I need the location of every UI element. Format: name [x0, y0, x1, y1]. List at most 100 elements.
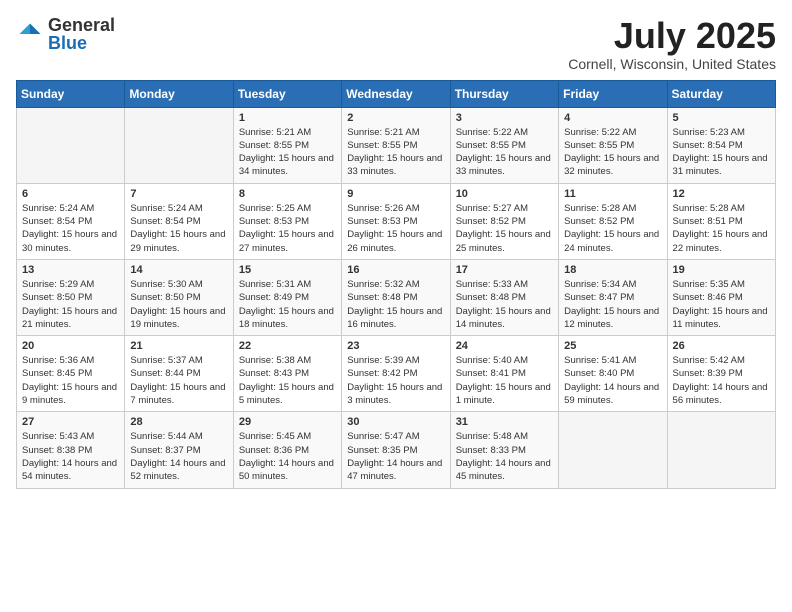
calendar-cell: 19Sunrise: 5:35 AMSunset: 8:46 PMDayligh…	[667, 259, 775, 335]
day-info: Sunrise: 5:28 AMSunset: 8:52 PMDaylight:…	[564, 202, 661, 255]
calendar-week-2: 6 Sunrise: 5:24 AMSunset: 8:54 PMDaylight…	[17, 183, 776, 259]
calendar-cell: 4 Sunrise: 5:22 AMSunset: 8:55 PMDaylight…	[559, 107, 667, 183]
day-info: Sunrise: 5:41 AMSunset: 8:40 PMDaylight:…	[564, 354, 661, 407]
calendar-week-1: 1Sunrise: 5:21 AMSunset: 8:55 PMDaylight…	[17, 107, 776, 183]
day-number: 31	[456, 416, 553, 428]
logo-icon	[16, 20, 44, 48]
calendar-cell: 24 Sunrise: 5:40 AMSunset: 8:41 PMDayligh…	[450, 336, 558, 412]
day-number: 26	[673, 340, 770, 352]
calendar-cell: 16 Sunrise: 5:32 AMSunset: 8:48 PMDayligh…	[342, 259, 450, 335]
day-info: Sunrise: 5:42 AMSunset: 8:39 PMDaylight:…	[673, 354, 770, 407]
day-number: 15	[239, 264, 336, 276]
day-info: Sunrise: 5:36 AMSunset: 8:45 PMDaylight:…	[22, 354, 119, 407]
day-info: Sunrise: 5:29 AMSunset: 8:50 PMDaylight:…	[22, 278, 119, 331]
day-info: Sunrise: 5:21 AMSunset: 8:55 PMDaylight:…	[239, 126, 336, 179]
calendar-week-5: 27 Sunrise: 5:43 AMSunset: 8:38 PMDayligh…	[17, 412, 776, 488]
weekday-header-sunday: Sunday	[17, 80, 125, 107]
weekday-header-row: SundayMondayTuesdayWednesdayThursdayFrid…	[17, 80, 776, 107]
day-info: Sunrise: 5:32 AMSunset: 8:48 PMDaylight:…	[347, 278, 444, 331]
calendar-cell: 21 Sunrise: 5:37 AMSunset: 8:44 PMDayligh…	[125, 336, 233, 412]
calendar-cell	[559, 412, 667, 488]
day-number: 24	[456, 340, 553, 352]
day-info: Sunrise: 5:44 AMSunset: 8:37 PMDaylight:…	[130, 430, 227, 483]
day-info: Sunrise: 5:33 AMSunset: 8:48 PMDaylight:…	[456, 278, 553, 331]
day-number: 11	[564, 188, 661, 200]
calendar-cell: 26 Sunrise: 5:42 AMSunset: 8:39 PMDayligh…	[667, 336, 775, 412]
day-number: 2	[347, 112, 444, 124]
calendar-cell: 20Sunrise: 5:36 AMSunset: 8:45 PMDayligh…	[17, 336, 125, 412]
day-number: 27	[22, 416, 119, 428]
day-number: 21	[130, 340, 227, 352]
calendar-week-3: 13 Sunrise: 5:29 AMSunset: 8:50 PMDayligh…	[17, 259, 776, 335]
day-number: 19	[673, 264, 770, 276]
calendar-cell: 22 Sunrise: 5:38 AMSunset: 8:43 PMDayligh…	[233, 336, 341, 412]
weekday-header-thursday: Thursday	[450, 80, 558, 107]
calendar-cell: 18 Sunrise: 5:34 AMSunset: 8:47 PMDayligh…	[559, 259, 667, 335]
day-number: 14	[130, 264, 227, 276]
logo-blue: Blue	[48, 34, 115, 52]
day-info: Sunrise: 5:28 AMSunset: 8:51 PMDaylight:…	[673, 202, 770, 255]
logo-general: General	[48, 16, 115, 34]
weekday-header-saturday: Saturday	[667, 80, 775, 107]
calendar-cell: 23Sunrise: 5:39 AMSunset: 8:42 PMDayligh…	[342, 336, 450, 412]
day-info: Sunrise: 5:34 AMSunset: 8:47 PMDaylight:…	[564, 278, 661, 331]
day-info: Sunrise: 5:45 AMSunset: 8:36 PMDaylight:…	[239, 430, 336, 483]
day-info: Sunrise: 5:24 AMSunset: 8:54 PMDaylight:…	[130, 202, 227, 255]
day-info: Sunrise: 5:24 AMSunset: 8:54 PMDaylight:…	[22, 202, 119, 255]
calendar-week-4: 20Sunrise: 5:36 AMSunset: 8:45 PMDayligh…	[17, 336, 776, 412]
calendar-cell: 10Sunrise: 5:27 AMSunset: 8:52 PMDayligh…	[450, 183, 558, 259]
calendar-cell: 11 Sunrise: 5:28 AMSunset: 8:52 PMDayligh…	[559, 183, 667, 259]
day-number: 29	[239, 416, 336, 428]
day-info: Sunrise: 5:47 AMSunset: 8:35 PMDaylight:…	[347, 430, 444, 483]
logo: General Blue	[16, 16, 115, 52]
day-number: 16	[347, 264, 444, 276]
calendar-cell	[667, 412, 775, 488]
day-number: 3	[456, 112, 553, 124]
calendar-cell: 15 Sunrise: 5:31 AMSunset: 8:49 PMDayligh…	[233, 259, 341, 335]
day-number: 7	[130, 188, 227, 200]
calendar-cell	[125, 107, 233, 183]
day-info: Sunrise: 5:39 AMSunset: 8:42 PMDaylight:…	[347, 354, 444, 407]
calendar-cell: 14 Sunrise: 5:30 AMSunset: 8:50 PMDayligh…	[125, 259, 233, 335]
day-number: 30	[347, 416, 444, 428]
day-number: 6	[22, 188, 119, 200]
day-number: 5	[673, 112, 770, 124]
calendar-cell: 1Sunrise: 5:21 AMSunset: 8:55 PMDaylight…	[233, 107, 341, 183]
day-number: 18	[564, 264, 661, 276]
day-info: Sunrise: 5:40 AMSunset: 8:41 PMDaylight:…	[456, 354, 553, 407]
calendar-cell: 25Sunrise: 5:41 AMSunset: 8:40 PMDayligh…	[559, 336, 667, 412]
title-block: July 2025 Cornell, Wisconsin, United Sta…	[568, 16, 776, 72]
calendar-cell: 2Sunrise: 5:21 AMSunset: 8:55 PMDaylight…	[342, 107, 450, 183]
day-number: 22	[239, 340, 336, 352]
calendar-cell: 31Sunrise: 5:48 AMSunset: 8:33 PMDayligh…	[450, 412, 558, 488]
day-info: Sunrise: 5:26 AMSunset: 8:53 PMDaylight:…	[347, 202, 444, 255]
logo-text: General Blue	[48, 16, 115, 52]
day-number: 28	[130, 416, 227, 428]
weekday-header-wednesday: Wednesday	[342, 80, 450, 107]
day-info: Sunrise: 5:31 AMSunset: 8:49 PMDaylight:…	[239, 278, 336, 331]
day-info: Sunrise: 5:25 AMSunset: 8:53 PMDaylight:…	[239, 202, 336, 255]
day-info: Sunrise: 5:38 AMSunset: 8:43 PMDaylight:…	[239, 354, 336, 407]
page-header: General Blue July 2025 Cornell, Wisconsi…	[16, 16, 776, 72]
day-number: 9	[347, 188, 444, 200]
day-info: Sunrise: 5:37 AMSunset: 8:44 PMDaylight:…	[130, 354, 227, 407]
month-title: July 2025	[568, 16, 776, 56]
calendar-cell: 9 Sunrise: 5:26 AMSunset: 8:53 PMDaylight…	[342, 183, 450, 259]
weekday-header-friday: Friday	[559, 80, 667, 107]
calendar-cell: 3Sunrise: 5:22 AMSunset: 8:55 PMDaylight…	[450, 107, 558, 183]
day-number: 8	[239, 188, 336, 200]
calendar-cell: 29 Sunrise: 5:45 AMSunset: 8:36 PMDayligh…	[233, 412, 341, 488]
calendar-cell: 8 Sunrise: 5:25 AMSunset: 8:53 PMDaylight…	[233, 183, 341, 259]
calendar-cell	[17, 107, 125, 183]
day-info: Sunrise: 5:22 AMSunset: 8:55 PMDaylight:…	[564, 126, 661, 179]
day-number: 4	[564, 112, 661, 124]
day-info: Sunrise: 5:30 AMSunset: 8:50 PMDaylight:…	[130, 278, 227, 331]
day-info: Sunrise: 5:27 AMSunset: 8:52 PMDaylight:…	[456, 202, 553, 255]
day-number: 17	[456, 264, 553, 276]
day-info: Sunrise: 5:43 AMSunset: 8:38 PMDaylight:…	[22, 430, 119, 483]
calendar-cell: 12Sunrise: 5:28 AMSunset: 8:51 PMDayligh…	[667, 183, 775, 259]
location-title: Cornell, Wisconsin, United States	[568, 56, 776, 72]
day-number: 13	[22, 264, 119, 276]
calendar-cell: 28 Sunrise: 5:44 AMSunset: 8:37 PMDayligh…	[125, 412, 233, 488]
calendar-cell: 27 Sunrise: 5:43 AMSunset: 8:38 PMDayligh…	[17, 412, 125, 488]
